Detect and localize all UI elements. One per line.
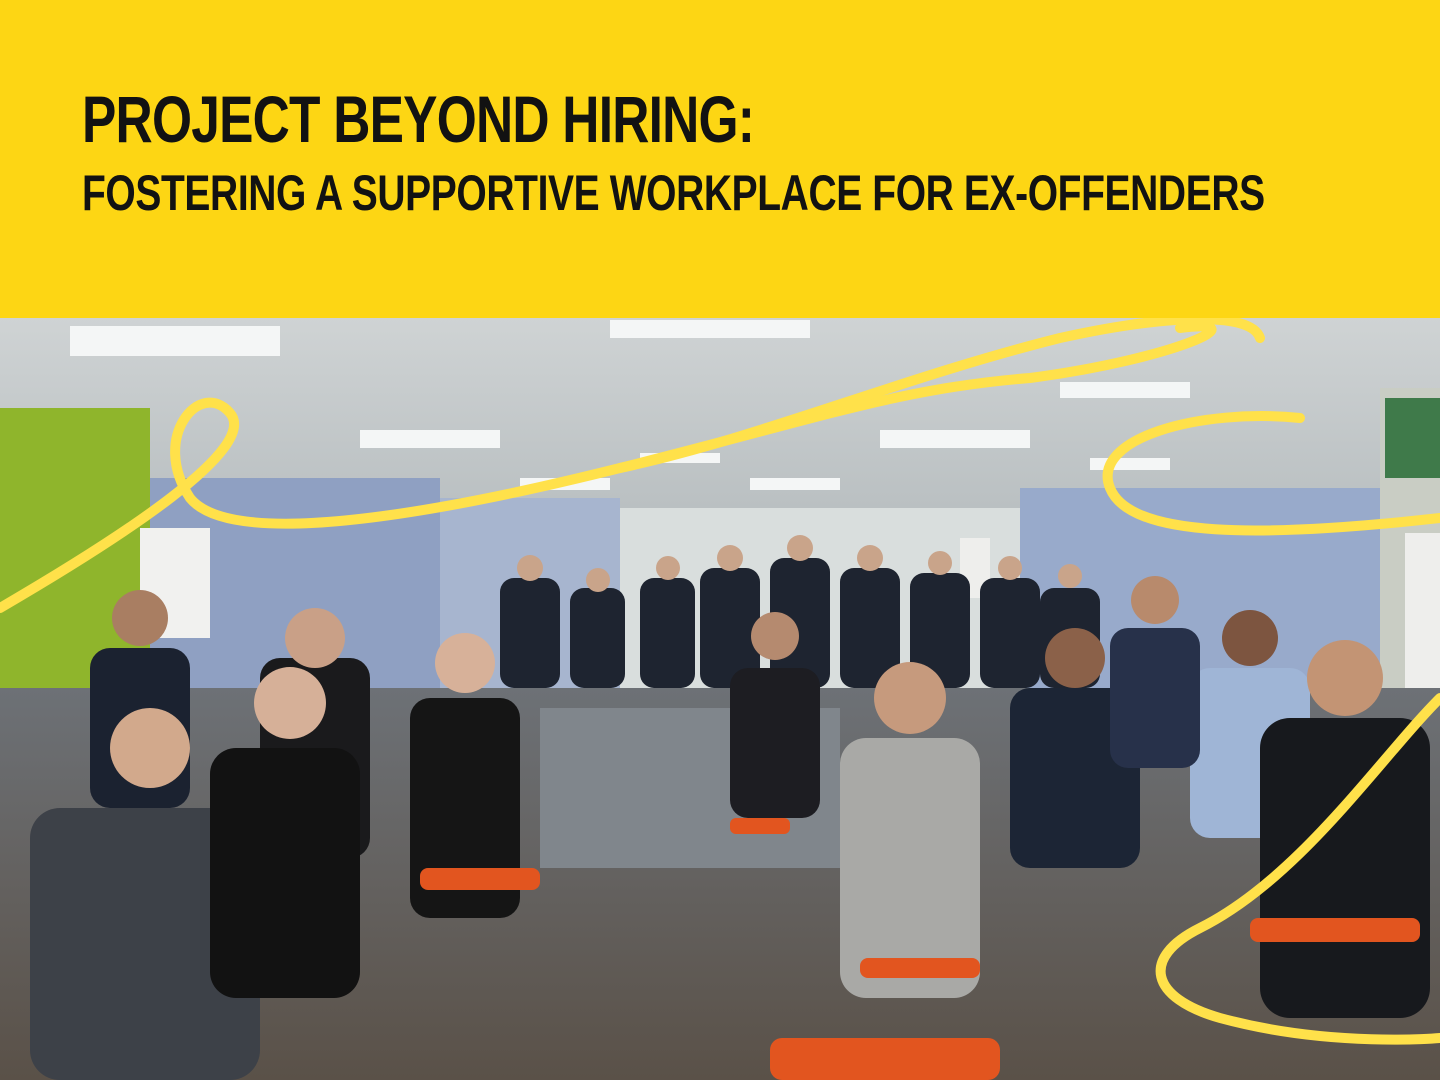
page-title: PROJECT BEYOND HIRING: FOSTERING A SUPPO…: [82, 86, 1440, 218]
title-line-2: FOSTERING A SUPPORTIVE WORKPLACE FOR EX-…: [82, 165, 1265, 221]
title-line-1: PROJECT BEYOND HIRING:: [82, 82, 755, 156]
flipchart: [1405, 533, 1440, 703]
title-banner: PROJECT BEYOND HIRING: FOSTERING A SUPPO…: [0, 0, 1440, 318]
exit-sign: [1385, 398, 1440, 478]
group-photo: [0, 318, 1440, 1080]
